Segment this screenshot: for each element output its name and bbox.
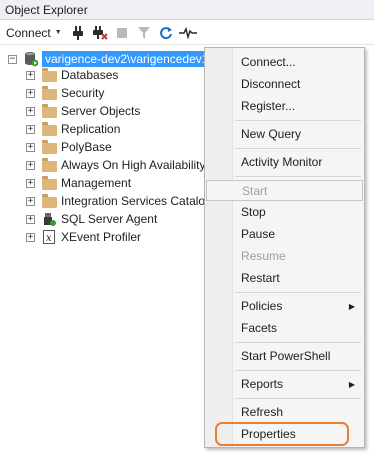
menu-item-start[interactable]: Start — [206, 180, 363, 201]
agent-icon — [41, 212, 57, 226]
plug-connect-icon[interactable] — [68, 23, 88, 43]
svg-text:x: x — [46, 233, 52, 244]
menu-item-label: Resume — [241, 249, 286, 263]
menu-item-label: Restart — [241, 271, 280, 285]
tree-node-label: PolyBase — [61, 140, 112, 154]
expand-toggle[interactable]: + — [26, 214, 35, 224]
folder-icon — [41, 193, 57, 208]
menu-item-pause[interactable]: Pause — [206, 224, 363, 244]
menu-item-register[interactable]: Register... — [206, 96, 363, 116]
refresh-icon[interactable] — [156, 23, 176, 43]
menu-item-reports[interactable]: Reports ▶ — [206, 374, 363, 394]
tree-node-label: Security — [61, 86, 105, 100]
menu-item-connect[interactable]: Connect... — [206, 52, 363, 72]
menu-item-label: Policies — [241, 299, 283, 313]
tree-node-label: Integration Services Catalogs — [61, 194, 218, 208]
plug-disconnect-icon[interactable] — [90, 23, 110, 43]
server-database-icon — [23, 52, 39, 67]
menu-item-label: Start PowerShell — [241, 349, 331, 363]
server-context-menu: Connect... Disconnect Register... New Qu… — [204, 47, 365, 448]
tree-node-xevent-profiler[interactable]: + x XEvent Profiler — [26, 228, 141, 246]
menu-item-label: Activity Monitor — [241, 155, 323, 169]
expand-toggle[interactable]: + — [26, 124, 35, 134]
tree-node-management[interactable]: + Management — [26, 174, 131, 192]
menu-item-activity-monitor[interactable]: Activity Monitor — [206, 152, 363, 172]
activity-monitor-icon[interactable] — [178, 23, 198, 43]
folder-icon — [41, 103, 57, 118]
tree-node-label: Server Objects — [61, 104, 141, 118]
xevent-profiler-icon: x — [41, 230, 57, 244]
tree-root-label: varigence-dev2\varigencedev1 — [42, 51, 212, 67]
folder-icon — [41, 175, 57, 190]
expand-toggle[interactable]: + — [26, 196, 35, 206]
tree-node-label: Databases — [61, 68, 119, 82]
menu-item-label: Start — [242, 183, 268, 198]
expand-toggle[interactable]: + — [26, 142, 35, 152]
menu-item-disconnect[interactable]: Disconnect — [206, 74, 363, 94]
tree-node-label: Always On High Availability — [61, 158, 206, 172]
folder-icon — [41, 139, 57, 154]
expand-toggle[interactable]: + — [26, 106, 35, 116]
tree-node-label: Replication — [61, 122, 121, 136]
chevron-right-icon: ▶ — [348, 301, 355, 311]
menu-item-label: Connect... — [241, 55, 296, 69]
menu-item-stop[interactable]: Stop — [206, 202, 363, 222]
chevron-right-icon: ▶ — [348, 379, 355, 389]
connect-label: Connect — [6, 25, 51, 40]
tree-node-security[interactable]: + Security — [26, 84, 104, 102]
tree-node-sql-server-agent[interactable]: + SQL Server Agent — [26, 210, 157, 228]
menu-item-label: Register... — [241, 99, 296, 113]
menu-item-new-query[interactable]: New Query — [206, 124, 363, 144]
menu-separator — [235, 370, 361, 371]
folder-icon — [41, 157, 57, 172]
menu-item-label: Disconnect — [241, 77, 301, 91]
menu-separator — [235, 148, 361, 149]
window-title: Object Explorer — [5, 2, 88, 17]
tree-node-always-on[interactable]: + Always On High Availability — [26, 156, 206, 174]
properties-highlight-ring — [215, 422, 349, 446]
menu-item-label: New Query — [241, 127, 302, 141]
menu-separator — [235, 120, 361, 121]
tree-node-server-objects[interactable]: + Server Objects — [26, 102, 140, 120]
expand-toggle[interactable]: + — [26, 88, 35, 98]
chevron-down-icon: ▼ — [54, 29, 62, 36]
menu-separator — [235, 342, 361, 343]
tree-node-polybase[interactable]: + PolyBase — [26, 138, 112, 156]
menu-item-label: Stop — [241, 205, 266, 219]
object-explorer-toolbar: Connect ▼ — [0, 21, 374, 45]
stop-square-icon[interactable] — [112, 23, 132, 43]
folder-icon — [41, 67, 57, 82]
object-explorer-titlebar: Object Explorer — [0, 0, 374, 20]
tree-node-integration-services[interactable]: + Integration Services Catalogs — [26, 192, 218, 210]
filter-icon[interactable] — [134, 23, 154, 43]
menu-item-restart[interactable]: Restart — [206, 268, 363, 288]
connect-dropdown-button[interactable]: Connect ▼ — [4, 23, 66, 43]
expand-toggle[interactable]: + — [26, 232, 35, 242]
collapse-toggle[interactable]: − — [8, 54, 17, 64]
menu-item-label: Reports — [241, 377, 284, 391]
menu-separator — [235, 292, 361, 293]
menu-item-resume[interactable]: Resume — [206, 246, 363, 266]
tree-node-label: Management — [61, 176, 132, 190]
tree-node-databases[interactable]: + Databases — [26, 66, 118, 84]
folder-icon — [41, 85, 57, 100]
menu-item-label: Facets — [241, 321, 278, 335]
menu-item-refresh[interactable]: Refresh — [206, 402, 363, 422]
menu-item-label: Pause — [241, 227, 276, 241]
menu-item-start-powershell[interactable]: Start PowerShell — [206, 346, 363, 366]
expand-toggle[interactable]: + — [26, 70, 35, 80]
menu-separator — [235, 398, 361, 399]
expand-toggle[interactable]: + — [26, 178, 35, 188]
expand-toggle[interactable]: + — [26, 160, 35, 170]
menu-item-policies[interactable]: Policies ▶ — [206, 296, 363, 316]
menu-item-label: Refresh — [241, 405, 284, 419]
tree-node-replication[interactable]: + Replication — [26, 120, 120, 138]
menu-separator — [235, 176, 361, 177]
tree-node-label: SQL Server Agent — [61, 212, 158, 226]
folder-icon — [41, 121, 57, 136]
tree-node-label: XEvent Profiler — [61, 230, 142, 244]
menu-item-facets[interactable]: Facets — [206, 318, 363, 338]
